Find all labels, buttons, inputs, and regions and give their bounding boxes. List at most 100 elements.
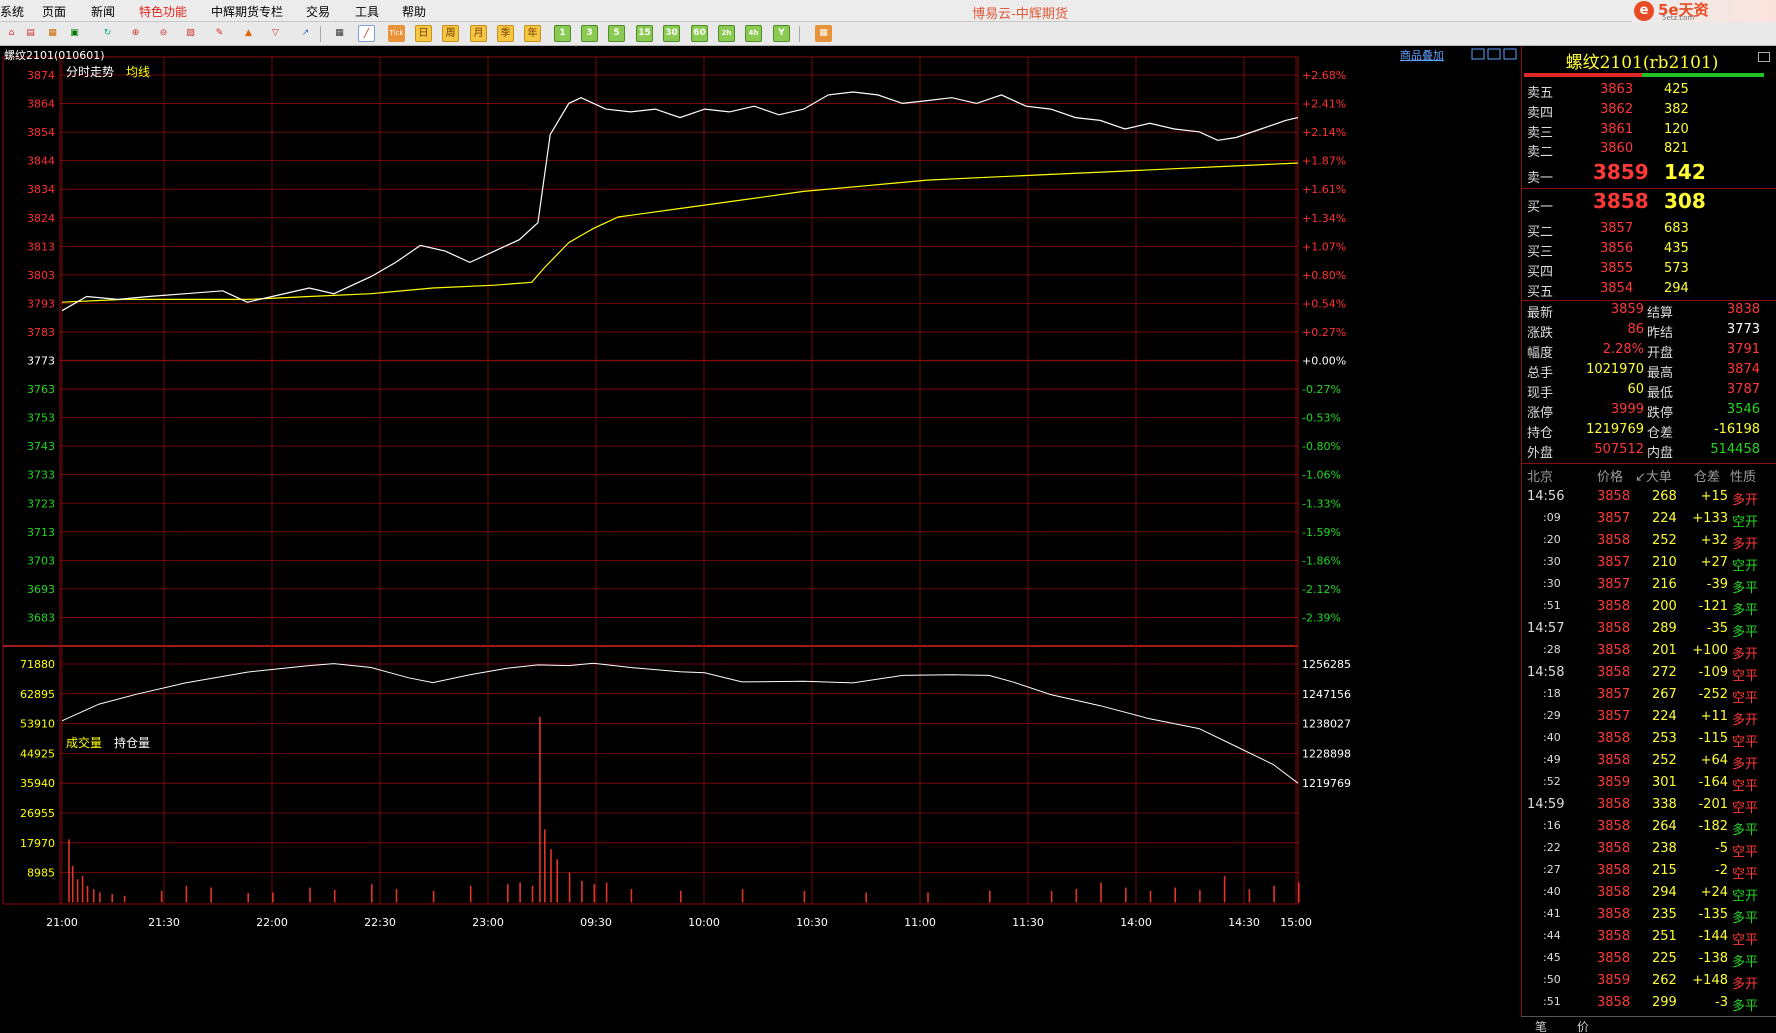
oi-tick-label: 1256285 [1302, 658, 1351, 671]
funnel-icon[interactable]: ▽ [267, 25, 284, 42]
stat-label: 持仓 [1527, 426, 1554, 441]
table-icon[interactable]: ▦ [331, 25, 348, 42]
layers-icon[interactable]: ▧ [182, 25, 199, 42]
stat-value: 2.28% [1602, 342, 1644, 357]
pen-icon[interactable]: ✎ [211, 25, 228, 42]
menu-help[interactable]: 帮助 [402, 3, 426, 20]
overlay-link[interactable]: 商品叠加 [1400, 48, 1444, 62]
time-tick-label: 10:00 [688, 916, 720, 929]
book-icon[interactable]: ▤ [22, 25, 39, 42]
indicator-icon[interactable]: ↗ [297, 25, 314, 42]
buy-sell-ratio-down [1642, 73, 1764, 77]
panel-restore-icon[interactable] [1758, 52, 1770, 62]
tick-nature: 空平 [1732, 933, 1759, 948]
buy-sell-ratio-up [1524, 73, 1642, 77]
panel-toggle-icon[interactable] [1503, 48, 1517, 60]
intraday-chart[interactable]: 螺纹2101(010601) 商品叠加 分时走势 均线 成交量 持仓量 3874… [0, 46, 1521, 1033]
minute-30-button[interactable]: 30 [663, 25, 680, 42]
volume-bar [519, 882, 521, 903]
quote-panel: 螺纹2101(rb2101) 卖五 3863 425 卖四 3862 382 卖三 3861 1… [1521, 46, 1776, 1033]
intraday-chart-icon[interactable]: ╱ [358, 25, 375, 42]
chart-window-controls [1471, 48, 1517, 60]
bid-volume: 294 [1664, 281, 1689, 296]
time-tick-label: 09:30 [580, 916, 612, 929]
home-icon[interactable]: ⌂ [3, 25, 20, 42]
minute-60-button[interactable]: 60 [691, 25, 708, 42]
price-tick-label: 3803 [27, 269, 55, 282]
minute-15-button[interactable]: 15 [636, 25, 653, 42]
tick-price: 3858 [1597, 951, 1631, 966]
bid-label: 买三 [1527, 245, 1554, 260]
stat-value: 3773 [1726, 322, 1760, 337]
tick-price: 3858 [1597, 797, 1631, 812]
document-icon[interactable]: ▦ [44, 25, 61, 42]
restore-icon[interactable] [1471, 48, 1485, 60]
stat-label: 跌停 [1647, 406, 1674, 421]
tick-nature: 空平 [1732, 691, 1759, 706]
menu-broker-column[interactable]: 中辉期货专栏 [211, 3, 283, 20]
stat-label: 最新 [1527, 306, 1554, 321]
volume-bar [581, 880, 583, 903]
tab-trades[interactable]: 笔 [1535, 1018, 1547, 1033]
menu-trade[interactable]: 交易 [306, 3, 330, 20]
menu-page[interactable]: 页面 [42, 3, 66, 20]
period-quarter-button[interactable]: 季 [497, 25, 514, 42]
percent-tick-label: -1.06% [1302, 469, 1341, 482]
tick-price: 3858 [1597, 533, 1631, 548]
tick-nature: 空平 [1732, 735, 1759, 750]
tick-nature: 多平 [1732, 911, 1759, 926]
volume-bar [865, 892, 867, 903]
window-icon[interactable]: ▣ [66, 25, 83, 42]
period-week-button[interactable]: 周 [442, 25, 459, 42]
bid-volume: 435 [1664, 241, 1689, 256]
stat-label: 幅度 [1527, 346, 1554, 361]
hour-4-button[interactable]: 4h [745, 25, 762, 42]
tick-oi-change: +100 [1692, 643, 1728, 658]
volume-tick-label: 44925 [20, 747, 55, 760]
hour-2-button[interactable]: 2h [718, 25, 735, 42]
volume-bar [539, 716, 541, 903]
stat-value: 60 [1627, 382, 1644, 397]
refresh-icon[interactable]: ↻ [99, 25, 116, 42]
maximize-icon[interactable] [1487, 48, 1501, 60]
volume-bar [630, 889, 633, 903]
minute-3-button[interactable]: 3 [581, 25, 598, 42]
legend-open-interest: 持仓量 [114, 735, 150, 750]
oi-tick-label: 1219769 [1302, 777, 1351, 790]
period-month-button[interactable]: 月 [470, 25, 487, 42]
price-tick-label: 3723 [27, 497, 55, 510]
tick-icon[interactable]: Tick [388, 25, 405, 42]
period-year-button[interactable]: 年 [524, 25, 541, 42]
toolbar-separator [799, 26, 800, 42]
period-day-button[interactable]: 日 [415, 25, 432, 42]
percent-tick-label: +0.54% [1302, 297, 1346, 310]
menu-features[interactable]: 特色功能 [139, 3, 187, 20]
tab-price[interactable]: 价 [1577, 1018, 1589, 1033]
price-tick-label: 3733 [27, 469, 55, 482]
zoom-in-icon[interactable]: ⊕ [127, 25, 144, 42]
stat-value: 3838 [1726, 302, 1760, 317]
volume-bar [680, 890, 682, 903]
zoom-out-icon[interactable]: ⊖ [155, 25, 172, 42]
ask-label: 卖四 [1527, 106, 1554, 121]
volume-bar [507, 884, 509, 903]
ask-volume: 821 [1664, 141, 1689, 156]
percent-tick-label: +2.68% [1302, 69, 1346, 82]
minute-1-button[interactable]: 1 [554, 25, 571, 42]
volume-bar [185, 885, 188, 903]
price-tick-label: 3834 [27, 183, 55, 196]
tick-nature: 多开 [1732, 757, 1759, 772]
tick-price: 3858 [1597, 731, 1631, 746]
flame-icon[interactable]: ▲ [240, 25, 257, 42]
percent-tick-label: +0.80% [1302, 269, 1346, 282]
custom-period-button[interactable]: Y [773, 25, 790, 42]
minute-5-button[interactable]: 5 [608, 25, 625, 42]
menu-news[interactable]: 新闻 [91, 3, 115, 20]
price-tick-label: 3683 [27, 611, 55, 624]
menu-tools[interactable]: 工具 [355, 3, 379, 20]
menu-system[interactable]: 系统 [0, 3, 24, 20]
volume-bar [1125, 887, 1127, 903]
tick-nature: 多平 [1732, 999, 1759, 1014]
calculator-icon[interactable]: ▦ [815, 25, 832, 42]
tick-volume: 299 [1652, 995, 1677, 1010]
